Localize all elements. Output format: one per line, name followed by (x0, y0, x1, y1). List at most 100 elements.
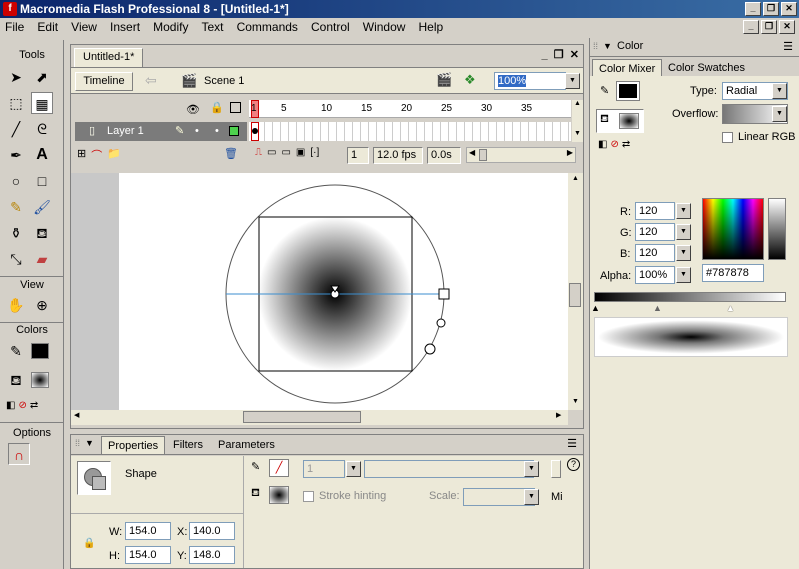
restore-button[interactable]: ❐ (763, 2, 779, 16)
timeline-toggle-button[interactable]: Timeline (75, 72, 133, 91)
menu-view[interactable]: View (66, 20, 102, 34)
menu-commands[interactable]: Commands (232, 20, 303, 34)
ink-bottle-tool-icon[interactable]: ⚱ (5, 222, 27, 244)
stage-pasteboard[interactable] (71, 173, 568, 410)
lock-icon[interactable]: 🔒 (210, 101, 224, 114)
gradient-pointer-gray[interactable]: ▲ (653, 303, 662, 313)
add-layer-icon[interactable]: ⊞ (77, 147, 86, 163)
zoom-input[interactable]: 100% (494, 72, 566, 90)
line-tool-icon[interactable]: ╱ (5, 118, 27, 140)
brush-tool-icon[interactable]: 🖌 (31, 196, 53, 218)
collapse-arrow-icon[interactable]: ▼ (85, 438, 94, 448)
alpha-input[interactable]: 100% (635, 266, 675, 284)
tab-color-mixer[interactable]: Color Mixer (592, 59, 663, 77)
layer-row[interactable]: ▯ Layer 1 ✎ • • (75, 122, 247, 141)
color-spectrum-picker[interactable] (702, 198, 764, 260)
stroke-color-button[interactable]: ╱ (269, 459, 289, 477)
doc-minimize-button[interactable]: _ (743, 20, 759, 34)
gradient-definition-bar[interactable] (594, 292, 786, 302)
menu-help[interactable]: Help (414, 20, 449, 34)
outline-icon[interactable] (230, 102, 241, 113)
back-arrow-icon[interactable]: ⇦ (145, 72, 157, 89)
panel-menu-icon[interactable]: ☰ (567, 437, 577, 450)
menu-control[interactable]: Control (306, 20, 355, 34)
lock-proportions-icon[interactable]: 🔒 (83, 538, 95, 549)
stroke-color-swatch[interactable] (31, 343, 49, 359)
onion-markers-icon[interactable]: [·] (310, 147, 319, 158)
pen-tool-icon[interactable]: ✒ (5, 144, 27, 166)
hex-input[interactable]: #787878 (702, 264, 764, 282)
minimize-button[interactable]: _ (745, 2, 761, 16)
layer-outline-swatch[interactable] (229, 126, 239, 136)
tab-color-swatches[interactable]: Color Swatches (662, 59, 751, 77)
green-input[interactable]: 120 (635, 223, 675, 241)
menu-file[interactable]: File (0, 20, 29, 34)
selection-tool-icon[interactable]: ➤ (5, 66, 27, 88)
stage-vscrollbar[interactable]: ▲ ▼ (568, 173, 583, 410)
eraser-tool-icon[interactable]: ▰ (31, 248, 53, 270)
pencil-tool-icon[interactable]: ✎ (5, 196, 27, 218)
frame-ruler[interactable]: 1 5 10 15 20 25 30 35 (249, 100, 571, 118)
no-color-icon[interactable]: ⊘ (18, 400, 26, 411)
menu-edit[interactable]: Edit (32, 20, 63, 34)
hand-tool-icon[interactable]: ✋ (5, 294, 27, 316)
mixer-fill-button[interactable]: ⛾ (596, 109, 644, 133)
stroke-style-select[interactable] (364, 460, 534, 478)
help-icon[interactable]: ? (567, 458, 580, 471)
fill-transform-tool-icon[interactable]: ▦ (31, 92, 53, 114)
stroke-height-arrow[interactable]: ▼ (346, 461, 361, 477)
doc-close-button[interactable]: ✕ (779, 20, 795, 34)
swap-colors-icon[interactable]: ⇄ (30, 400, 38, 411)
rectangle-tool-icon[interactable]: □ (31, 170, 53, 192)
doc-window-close-icon[interactable]: ✕ (570, 49, 579, 61)
free-transform-tool-icon[interactable]: ⬚ (5, 92, 27, 114)
zoom-dropdown-arrow[interactable]: ▼ (565, 73, 580, 89)
blue-arrow[interactable]: ▼ (676, 245, 691, 261)
menu-window[interactable]: Window (358, 20, 411, 34)
red-arrow[interactable]: ▼ (676, 203, 691, 219)
fill-color-button[interactable] (269, 486, 289, 504)
delete-layer-icon[interactable]: 🗑 (224, 147, 238, 160)
brightness-slider[interactable] (768, 198, 786, 260)
green-arrow[interactable]: ▼ (676, 224, 691, 240)
stage-hscrollbar[interactable]: ◀ ▶ (71, 410, 568, 425)
mixer-black-white-icon[interactable]: ◧ (598, 139, 607, 150)
snap-to-objects-icon[interactable]: ∩ (8, 443, 30, 465)
width-input[interactable]: 154.0 (125, 522, 171, 540)
red-input[interactable]: 120 (635, 202, 675, 220)
menu-modify[interactable]: Modify (148, 20, 193, 34)
gradient-pointer-black[interactable]: ▲ (591, 303, 600, 313)
lasso-tool-icon[interactable]: ᘓ (31, 118, 53, 140)
onion-skin-icon[interactable]: ▭ (267, 147, 276, 158)
edit-symbols-icon[interactable]: ❖ (464, 72, 476, 88)
alpha-arrow[interactable]: ▼ (676, 267, 691, 283)
document-tab[interactable]: Untitled-1* (74, 48, 144, 67)
close-button[interactable]: ✕ (781, 2, 797, 16)
doc-window-minimize-icon[interactable]: _ (542, 49, 548, 61)
black-white-icon[interactable]: ◧ (6, 400, 15, 411)
onion-outline-icon[interactable]: ▭ (281, 147, 290, 158)
tab-parameters[interactable]: Parameters (212, 436, 281, 454)
linear-rgb-checkbox[interactable] (722, 132, 733, 143)
menu-insert[interactable]: Insert (105, 20, 145, 34)
edit-scene-icon[interactable]: 🎬 (436, 72, 452, 88)
custom-stroke-button[interactable] (551, 460, 561, 478)
tab-properties[interactable]: Properties (101, 436, 166, 454)
eye-icon[interactable]: 👁 (186, 103, 200, 116)
gradient-pointer-white[interactable]: ▲ (726, 303, 735, 313)
y-input[interactable]: 148.0 (189, 546, 235, 564)
blue-input[interactable]: 120 (635, 244, 675, 262)
layer-lock-dot[interactable]: • (215, 122, 219, 141)
layer-visibility-dot[interactable]: • (195, 122, 199, 141)
center-frame-icon[interactable]: ⎍ (255, 147, 262, 158)
height-input[interactable]: 154.0 (125, 546, 171, 564)
zoom-tool-icon[interactable]: ⊕ (31, 294, 53, 316)
timeline-hscrollbar[interactable]: ◀ ▶ (466, 147, 576, 163)
tab-filters[interactable]: Filters (167, 436, 209, 454)
color-collapse-arrow-icon[interactable]: ▼ (603, 41, 612, 51)
doc-restore-button[interactable]: ❐ (761, 20, 777, 34)
fill-type-arrow[interactable]: ▼ (772, 83, 787, 99)
mixer-stroke-swatch[interactable] (616, 81, 640, 101)
oval-tool-icon[interactable]: ○ (5, 170, 27, 192)
add-guide-layer-icon[interactable]: ⌒ (91, 147, 102, 163)
